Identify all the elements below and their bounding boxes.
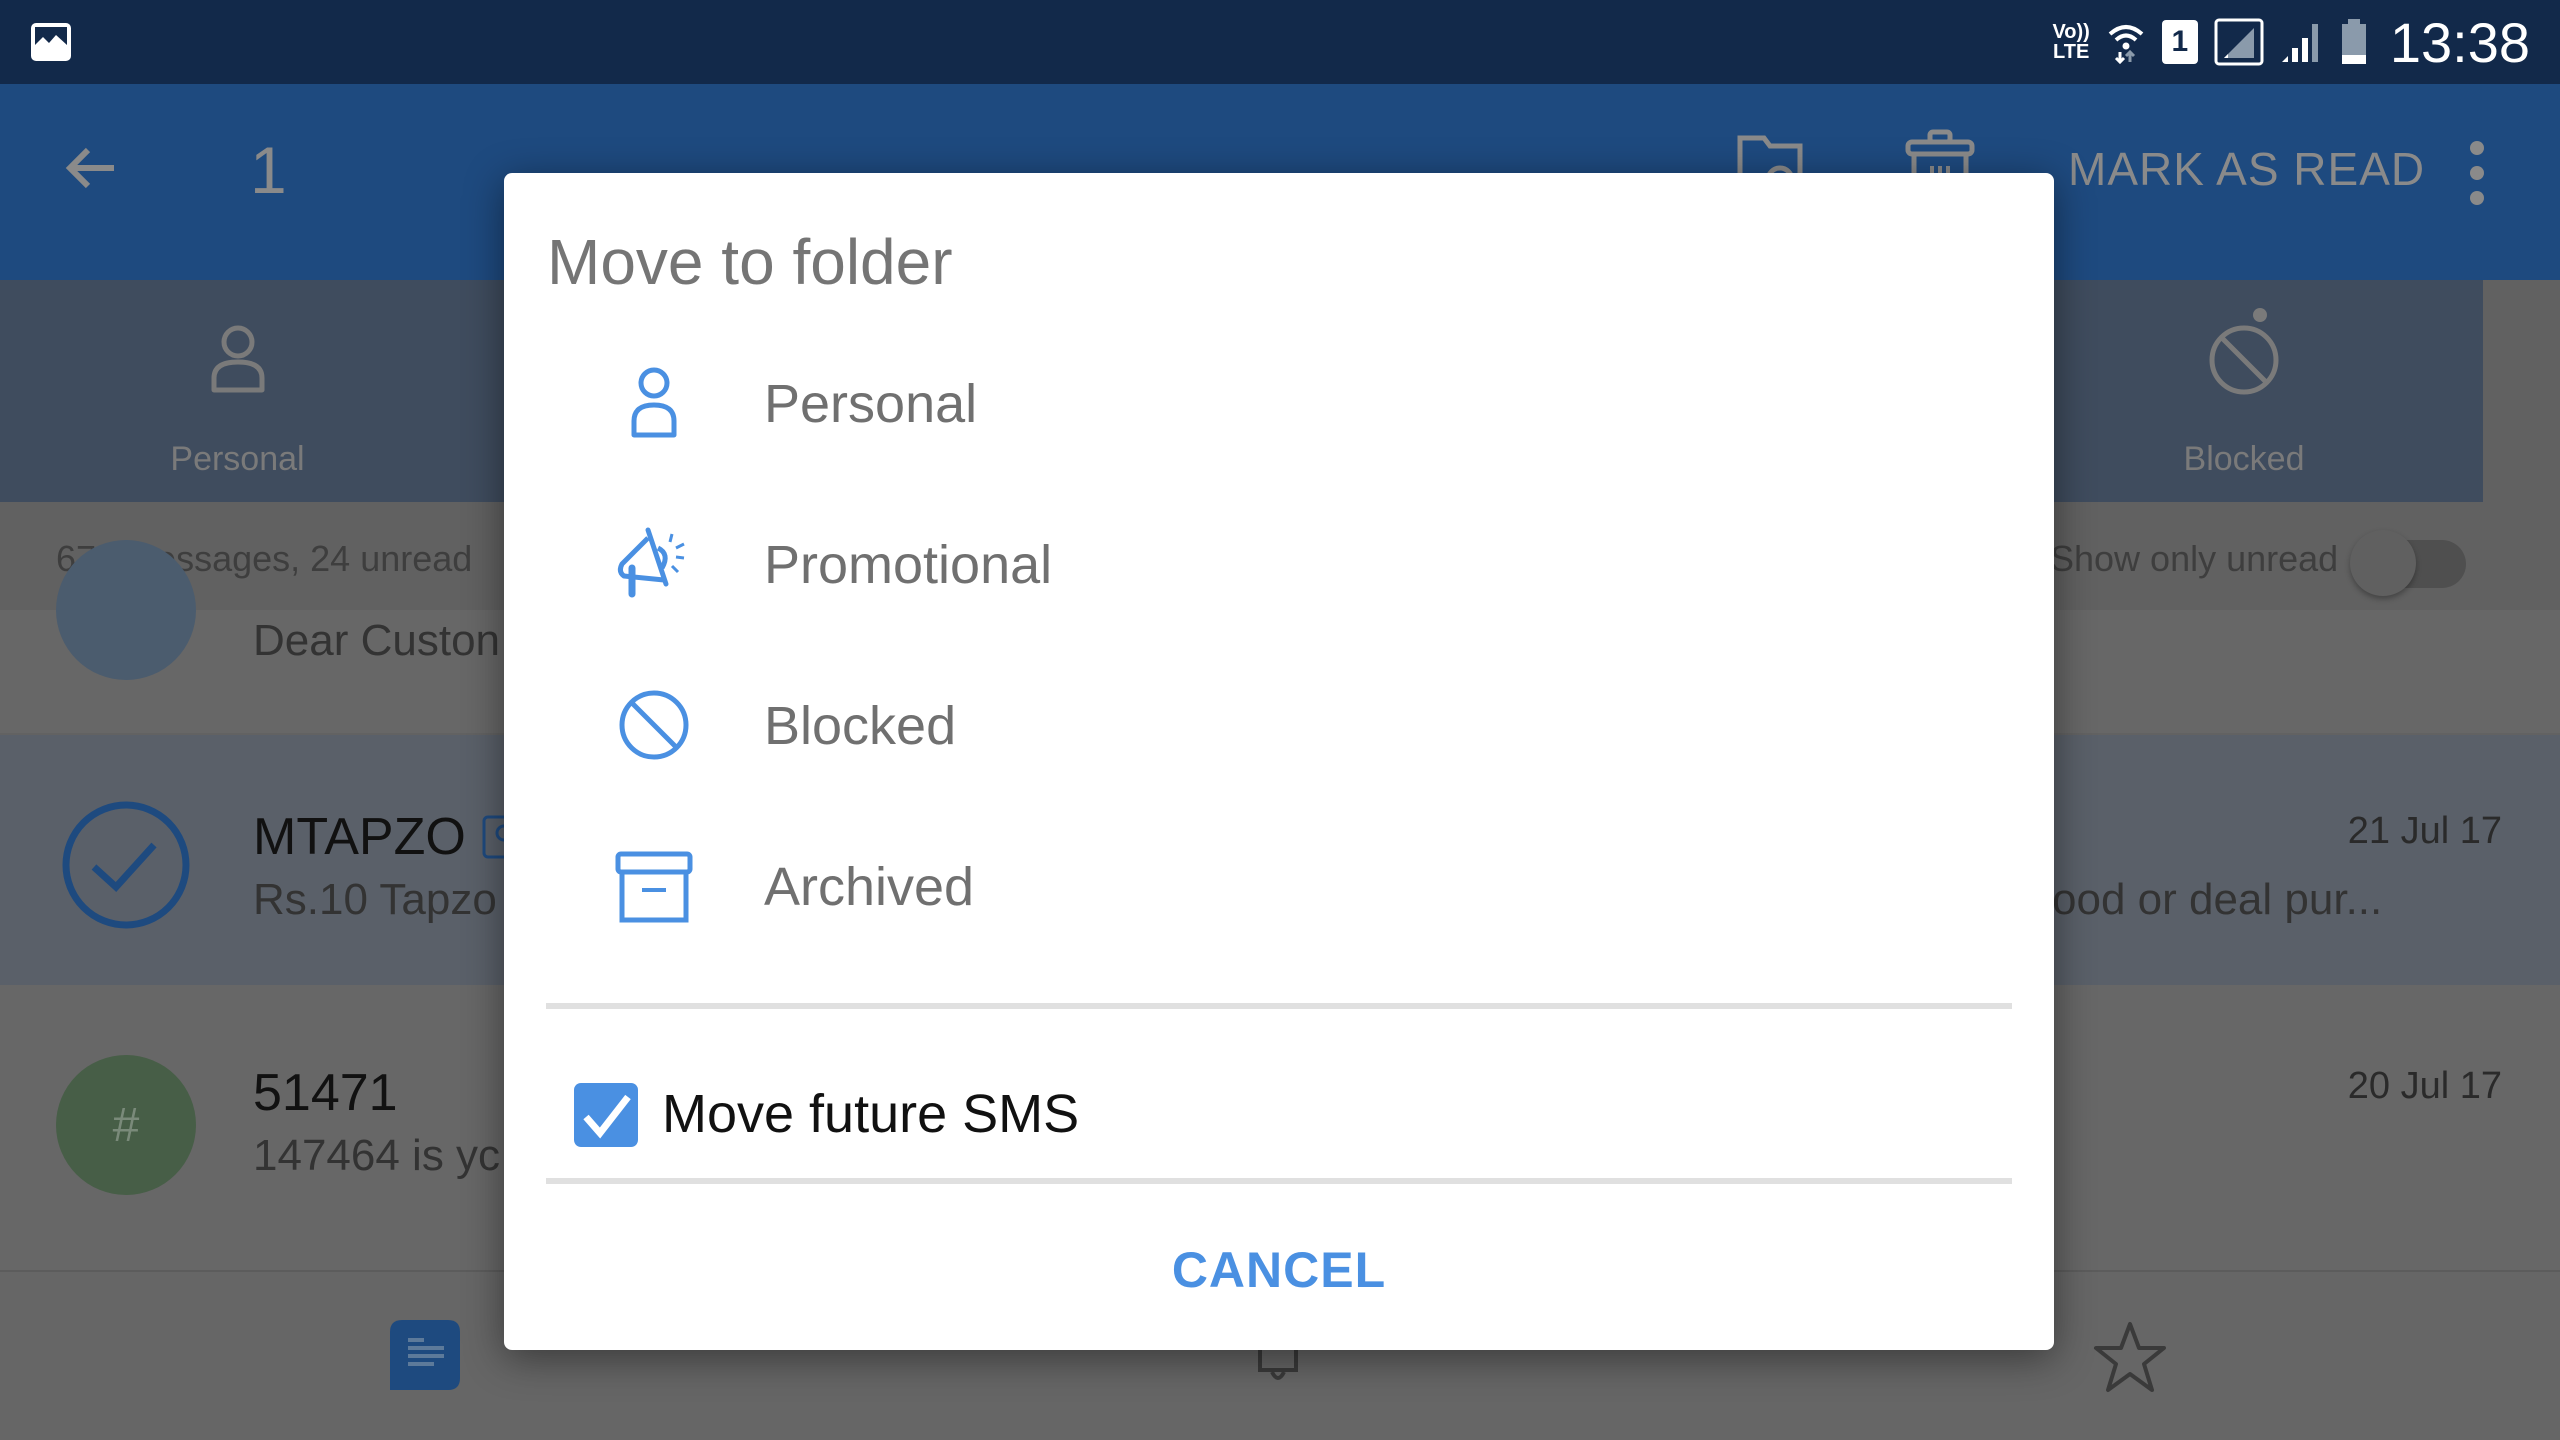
show-only-unread-toggle[interactable] [2350,530,2468,596]
move-future-sms-row[interactable]: Move future SMS [546,1053,2012,1173]
back-arrow-icon[interactable] [60,136,124,200]
toggle-thumb [2350,530,2416,596]
overflow-menu-icon[interactable] [2462,138,2492,208]
folder-option-blocked[interactable]: Blocked [504,645,2054,805]
folder-option-archived[interactable]: Archived [504,806,2054,966]
status-bar: Vo)) LTE 1 13:38 [0,0,2560,84]
divider [546,1178,2012,1184]
show-only-unread-label: Show only unread [2050,538,2339,579]
message-preview: 147464 is yc [253,1131,501,1180]
folder-option-personal[interactable]: Personal [504,323,2054,483]
tab-label: Personal [170,440,305,478]
sender-name: 51471 [253,1064,398,1122]
signal-icon [2281,24,2318,62]
person-icon [631,367,677,438]
folder-label: Blocked [764,696,957,756]
message-preview: Rs.10 Tapzo [253,875,497,924]
sender-name: MTAPZO [253,808,466,866]
message-date: 20 Jul 17 [2347,1065,2502,1107]
message-preview: Dear Custon [253,616,501,665]
status-icons: Vo)) LTE 1 13:38 [2052,0,2530,84]
unread-dot [2253,308,2267,322]
selected-check-icon [62,801,190,929]
folder-option-promotional[interactable]: Promotional [504,484,2054,644]
move-to-folder-dialog: Move to folder Personal Promotional Bloc… [504,173,2054,1350]
divider [546,1003,2012,1009]
message-date: 21 Jul 17 [2347,810,2502,852]
tab-label: Blocked [2183,440,2305,478]
wifi-icon [2108,25,2144,64]
archive-box-icon [615,851,693,923]
battery-icon [2341,19,2366,64]
starred-icon[interactable] [2092,1320,2168,1396]
person-icon [211,325,264,393]
gallery-notification-icon [31,23,71,61]
avatar [56,540,196,680]
avatar: # [56,1055,196,1195]
messages-icon[interactable] [390,1320,466,1396]
tab-blocked[interactable]: Blocked [2005,280,2483,502]
message-preview-tail: ood or deal pur... [2052,875,2383,924]
move-future-sms-checkbox[interactable] [574,1083,638,1147]
cancel-button[interactable]: CANCEL [504,1241,2054,1299]
mark-as-read-button[interactable]: MARK AS READ [2068,142,2425,196]
folder-label: Promotional [764,535,1053,595]
sim-1-icon: 1 [2161,20,2198,64]
volte-icon: Vo)) LTE [2052,21,2090,63]
blocked-icon [619,690,689,760]
blocked-icon [2209,325,2279,395]
folder-label: Archived [764,857,975,917]
megaphone-icon [617,527,685,598]
tab-personal[interactable]: Personal [0,280,475,502]
dialog-title: Move to folder [547,226,953,298]
clock: 13:38 [2389,10,2530,74]
folder-label: Personal [764,374,978,434]
move-future-sms-label: Move future SMS [662,1084,1080,1144]
signal-sim2-icon [2214,18,2264,66]
selected-count: 1 [250,133,287,207]
